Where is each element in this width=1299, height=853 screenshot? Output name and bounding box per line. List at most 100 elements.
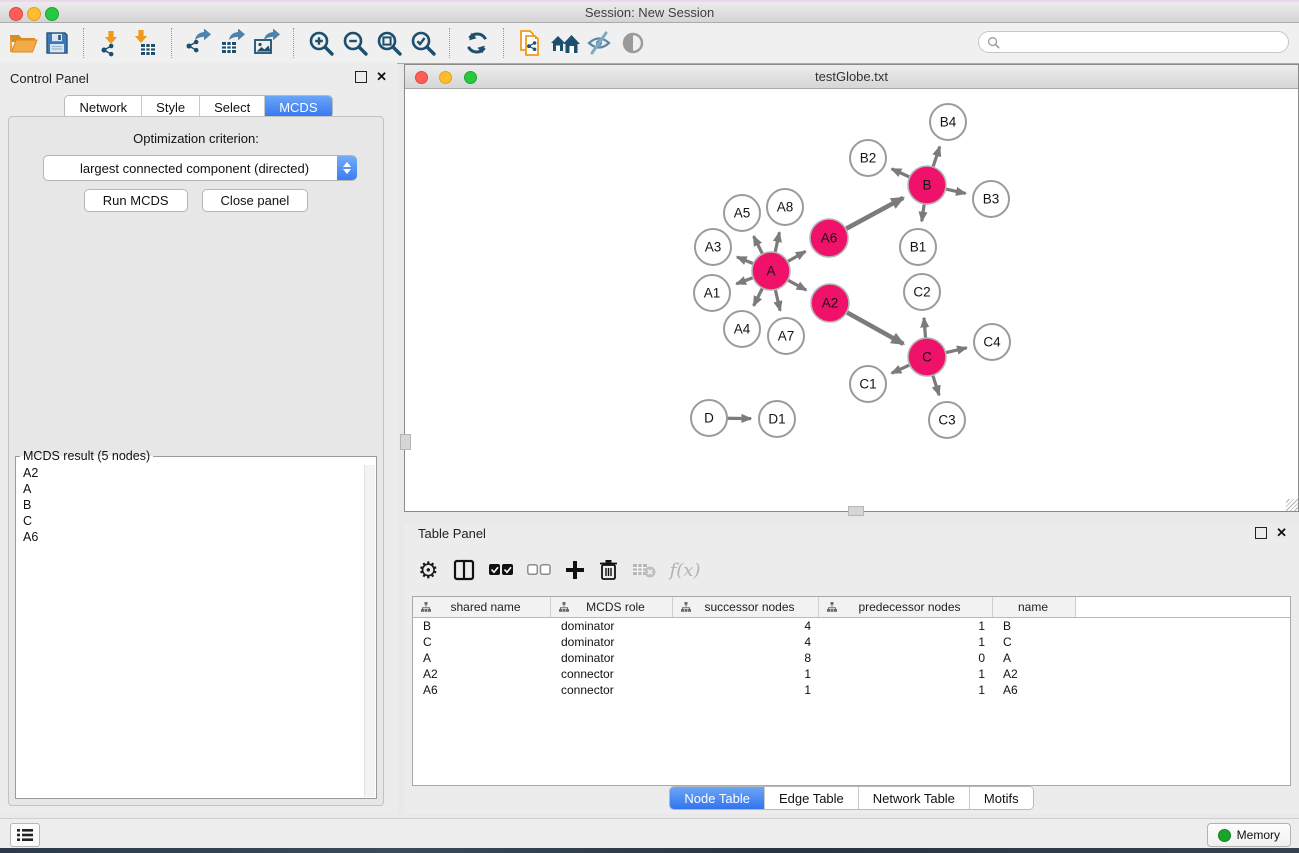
edge-A-A7[interactable] bbox=[775, 289, 780, 311]
table-cell[interactable]: B bbox=[413, 619, 551, 633]
node-C1[interactable]: C1 bbox=[850, 366, 886, 402]
resize-grip-icon[interactable] bbox=[1286, 499, 1298, 511]
table-row[interactable]: Adominator80A bbox=[413, 650, 1290, 666]
node-A7[interactable]: A7 bbox=[768, 318, 804, 354]
task-history-button[interactable] bbox=[10, 823, 40, 847]
edge-C-C2[interactable] bbox=[924, 318, 926, 339]
table-cell[interactable]: 0 bbox=[819, 651, 993, 665]
column-header-shared-name[interactable]: shared name bbox=[413, 597, 551, 617]
table-cell[interactable]: dominator bbox=[551, 635, 673, 649]
hide-eye-button[interactable] bbox=[582, 27, 616, 59]
tab-node-table[interactable]: Node Table bbox=[670, 787, 765, 809]
edge-A-A4[interactable] bbox=[754, 287, 763, 306]
open-folder-button[interactable] bbox=[6, 27, 40, 59]
table-close-panel-icon[interactable]: ✕ bbox=[1276, 527, 1287, 539]
edge-C-C1[interactable] bbox=[892, 364, 911, 373]
column-header-successor-nodes[interactable]: successor nodes bbox=[673, 597, 819, 617]
table-cell[interactable]: 8 bbox=[673, 651, 819, 665]
edge-B-B1[interactable] bbox=[922, 203, 925, 221]
mcds-result-scrollbar[interactable] bbox=[364, 465, 375, 797]
node-A5[interactable]: A5 bbox=[724, 195, 760, 231]
table-cell[interactable]: dominator bbox=[551, 651, 673, 665]
table-cell[interactable]: B bbox=[993, 619, 1076, 633]
edge-B-B2[interactable] bbox=[892, 169, 911, 178]
edge-C-C3[interactable] bbox=[932, 374, 939, 395]
node-B3[interactable]: B3 bbox=[973, 181, 1009, 217]
edge-A-A5[interactable] bbox=[754, 236, 763, 255]
table-cell[interactable]: 4 bbox=[673, 619, 819, 633]
table-cell[interactable]: A2 bbox=[413, 667, 551, 681]
edge-C-C4[interactable] bbox=[945, 348, 967, 353]
copy-session-button[interactable] bbox=[514, 27, 548, 59]
table-cell[interactable]: A6 bbox=[413, 683, 551, 697]
node-C[interactable]: C bbox=[908, 338, 946, 376]
uncheck-all-button[interactable] bbox=[527, 555, 551, 585]
node-A3[interactable]: A3 bbox=[695, 229, 731, 265]
node-A4[interactable]: A4 bbox=[724, 311, 760, 347]
table-cell[interactable]: 1 bbox=[673, 667, 819, 681]
run-mcds-button[interactable]: Run MCDS bbox=[84, 189, 188, 212]
close-panel-button[interactable]: Close panel bbox=[202, 189, 309, 212]
save-button[interactable] bbox=[40, 27, 74, 59]
add-button[interactable] bbox=[565, 555, 585, 585]
table-cell[interactable]: 4 bbox=[673, 635, 819, 649]
table-cell[interactable]: C bbox=[993, 635, 1076, 649]
table-cell[interactable]: A2 bbox=[993, 667, 1076, 681]
export-table-button[interactable] bbox=[216, 27, 250, 59]
float-panel-icon[interactable] bbox=[355, 71, 367, 83]
node-B2[interactable]: B2 bbox=[850, 140, 886, 176]
gear-button[interactable]: ⚙ bbox=[418, 555, 439, 585]
node-A1[interactable]: A1 bbox=[694, 275, 730, 311]
import-table-button[interactable] bbox=[128, 27, 162, 59]
zoom-fit-button[interactable] bbox=[372, 27, 406, 59]
edge-A-A2[interactable] bbox=[787, 280, 806, 291]
mcds-result-item[interactable]: C bbox=[17, 513, 365, 529]
table-row[interactable]: Cdominator41C bbox=[413, 634, 1290, 650]
export-image-button[interactable] bbox=[250, 27, 284, 59]
tab-style[interactable]: Style bbox=[142, 96, 200, 118]
mcds-result-item[interactable]: A bbox=[17, 481, 365, 497]
table-float-panel-icon[interactable] bbox=[1255, 527, 1267, 539]
edge-A-A6[interactable] bbox=[787, 251, 806, 262]
criterion-select[interactable]: largest connected component (directed) bbox=[43, 155, 357, 181]
table-cell[interactable]: A6 bbox=[993, 683, 1076, 697]
table-row[interactable]: A6connector11A6 bbox=[413, 682, 1290, 698]
edge-A6-B[interactable] bbox=[845, 198, 903, 230]
node-C3[interactable]: C3 bbox=[929, 402, 965, 438]
node-D[interactable]: D bbox=[691, 400, 727, 436]
mcds-result-item[interactable]: B bbox=[17, 497, 365, 513]
edge-B-B3[interactable] bbox=[945, 189, 966, 194]
node-B1[interactable]: B1 bbox=[900, 229, 936, 265]
column-header-name[interactable]: name bbox=[993, 597, 1076, 617]
table-cell[interactable]: 1 bbox=[819, 635, 993, 649]
table-cell[interactable]: connector bbox=[551, 667, 673, 681]
tab-mcds[interactable]: MCDS bbox=[265, 96, 331, 118]
search-input[interactable] bbox=[1000, 34, 1280, 50]
table-cell[interactable]: 1 bbox=[673, 683, 819, 697]
tab-select[interactable]: Select bbox=[200, 96, 265, 118]
tab-network[interactable]: Network bbox=[65, 96, 142, 118]
node-A2[interactable]: A2 bbox=[811, 284, 849, 322]
trash-button[interactable] bbox=[599, 555, 618, 585]
splitter-handle-bottom[interactable] bbox=[848, 506, 864, 516]
zoom-in-button[interactable] bbox=[304, 27, 338, 59]
table-cell[interactable]: 1 bbox=[819, 683, 993, 697]
node-A[interactable]: A bbox=[752, 252, 790, 290]
node-B4[interactable]: B4 bbox=[930, 104, 966, 140]
mcds-result-item[interactable]: A6 bbox=[17, 529, 365, 545]
column-header-predecessor-nodes[interactable]: predecessor nodes bbox=[819, 597, 993, 617]
table-cell[interactable]: A bbox=[993, 651, 1076, 665]
close-panel-icon[interactable]: ✕ bbox=[376, 71, 387, 83]
tab-motifs[interactable]: Motifs bbox=[970, 787, 1033, 809]
network-canvas[interactable]: B4B2BB3A5A8A6A3B1AA1A2C2A4A7CC4C1C3DD1 bbox=[405, 89, 1298, 511]
zoom-selected-button[interactable] bbox=[406, 27, 440, 59]
table-row[interactable]: A2connector11A2 bbox=[413, 666, 1290, 682]
memory-button[interactable]: Memory bbox=[1207, 823, 1291, 847]
splitter-handle-left[interactable] bbox=[400, 434, 411, 450]
edge-A-A1[interactable] bbox=[736, 277, 754, 284]
node-B[interactable]: B bbox=[908, 166, 946, 204]
node-A6[interactable]: A6 bbox=[810, 219, 848, 257]
check-all-button[interactable] bbox=[489, 555, 513, 585]
node-A8[interactable]: A8 bbox=[767, 189, 803, 225]
table-cell[interactable]: C bbox=[413, 635, 551, 649]
